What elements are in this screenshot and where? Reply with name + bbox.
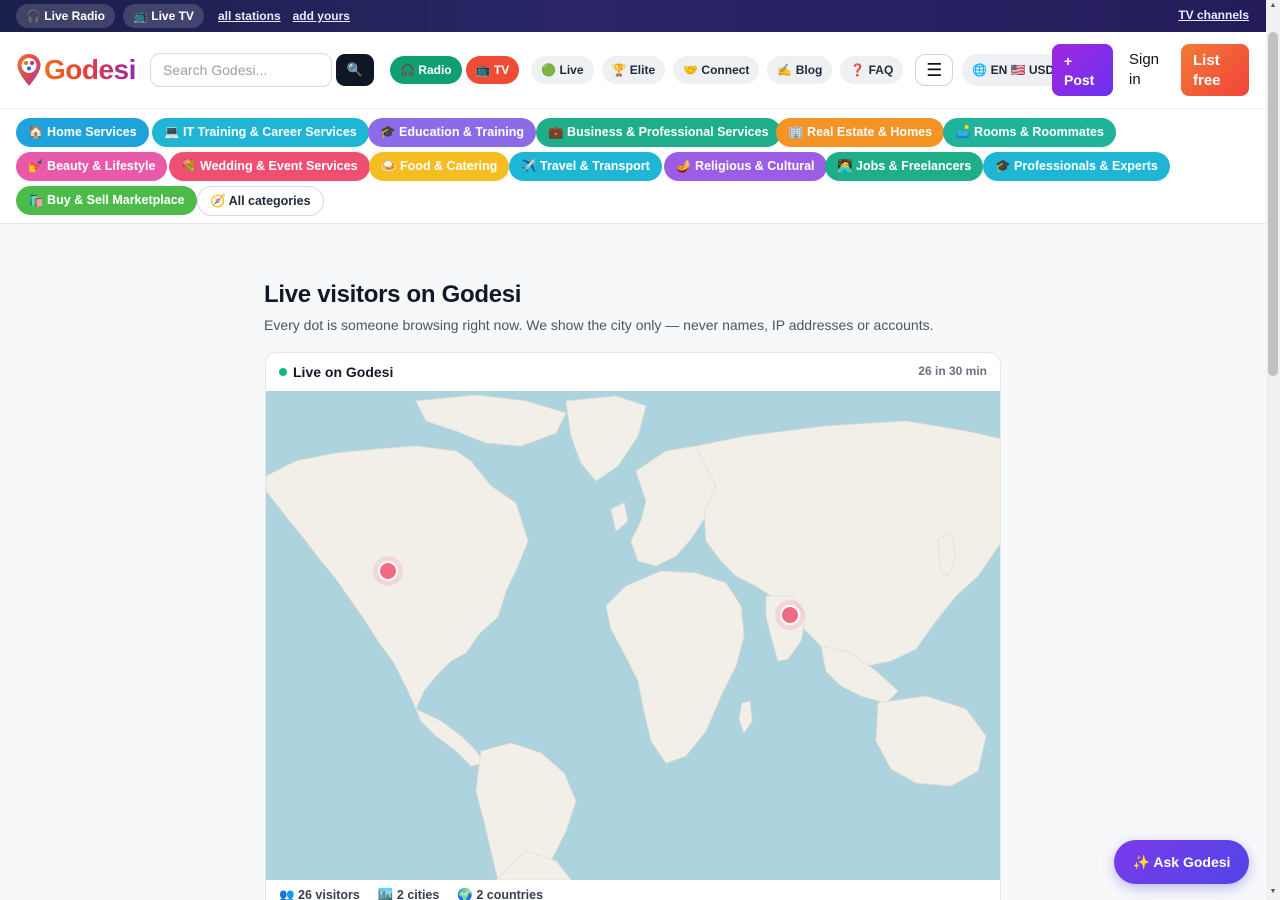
live-indicator-dot xyxy=(279,368,287,376)
category-business[interactable]: 💼 Business & Professional Services xyxy=(536,118,781,147)
countries-stat: 🌍 2 countries xyxy=(457,888,544,900)
category-rooms[interactable]: 🛋️ Rooms & Roommates xyxy=(943,118,1116,147)
logo[interactable]: Godesi xyxy=(16,53,140,87)
us-west-marker xyxy=(378,561,398,581)
tv-channels-link[interactable]: TV channels xyxy=(1178,8,1249,22)
category-buy-sell[interactable]: 🛍️ Buy & Sell Marketplace xyxy=(16,186,197,215)
cities-stat: 🏙️ 2 cities xyxy=(377,888,440,900)
page-subtitle: Every dot is someone browsing right now.… xyxy=(264,317,934,333)
card-title: Live on Godesi xyxy=(293,364,394,380)
nav-connect[interactable]: 🤝 Connect xyxy=(673,56,760,84)
world-map[interactable] xyxy=(266,391,1000,880)
menu-button[interactable]: ☰ xyxy=(915,54,954,86)
all-categories-button[interactable]: 🧭 All categories xyxy=(197,186,324,216)
category-wedding[interactable]: 💐 Wedding & Event Services xyxy=(169,152,370,181)
logo-pin-icon xyxy=(17,54,41,86)
scroll-down-arrow-icon[interactable]: ▼ xyxy=(1269,888,1277,895)
category-travel[interactable]: ✈️ Travel & Transport xyxy=(509,152,662,181)
nav-elite[interactable]: 🏆 Elite xyxy=(601,56,666,84)
add-yours-link[interactable]: add yours xyxy=(293,9,350,23)
india-marker xyxy=(780,605,800,625)
sign-in-link[interactable]: Sign in xyxy=(1129,50,1169,90)
search-input[interactable]: Search Godesi... xyxy=(150,53,332,87)
nav-blog[interactable]: ✍️ Blog xyxy=(767,56,833,84)
post-button[interactable]: + Post xyxy=(1052,44,1113,96)
list-free-button[interactable]: List free xyxy=(1181,44,1249,96)
category-real-estate[interactable]: 🏢 Real Estate & Homes xyxy=(776,118,945,147)
radio-button[interactable]: 🎧 Radio xyxy=(390,56,462,84)
category-bar: 🏠 Home Services 💻 IT Training & Career S… xyxy=(0,108,1266,224)
category-food[interactable]: 🍛 Food & Catering xyxy=(369,152,510,181)
tv-button[interactable]: 📺 TV xyxy=(465,56,520,84)
arctic-islands xyxy=(415,394,567,447)
category-religious[interactable]: 🪔 Religious & Cultural xyxy=(664,152,827,181)
main-header: Godesi Search Godesi... 🔍 🎧 Radio 📺 TV 🟢… xyxy=(0,32,1266,108)
top-bar: 🎧 Live Radio 📺 Live TV all stations add … xyxy=(0,0,1266,32)
central-america xyxy=(415,708,485,767)
scrollbar-thumb[interactable] xyxy=(1268,32,1278,376)
search-button[interactable]: 🔍 xyxy=(336,54,374,86)
live-map-card: Live on Godesi 26 in 30 min 👥 26 visitor… xyxy=(265,352,1001,900)
language-currency-selector[interactable]: 🌐 EN 🇺🇸 USD xyxy=(962,54,1065,86)
category-professionals[interactable]: 🎓 Professionals & Experts xyxy=(983,152,1170,181)
world-map-svg xyxy=(266,394,1000,880)
nav-live[interactable]: 🟢 Live xyxy=(531,56,594,84)
visitor-count-badge: 26 in 30 min xyxy=(918,364,987,378)
africa xyxy=(605,570,745,764)
australia xyxy=(875,695,987,787)
live-tv-button[interactable]: 📺 Live TV xyxy=(122,4,204,28)
live-radio-button[interactable]: 🎧 Live Radio xyxy=(16,4,115,28)
category-it-training[interactable]: 💻 IT Training & Career Services xyxy=(152,118,369,147)
visitors-stat: 👥 26 visitors xyxy=(279,888,360,900)
category-education[interactable]: 🎓 Education & Training xyxy=(368,118,537,147)
card-header: Live on Godesi 26 in 30 min xyxy=(266,353,1000,391)
united-kingdom xyxy=(610,502,629,532)
hamburger-icon: ☰ xyxy=(926,59,943,80)
greenland xyxy=(565,395,647,482)
category-beauty[interactable]: 💅 Beauty & Lifestyle xyxy=(16,152,168,181)
nav-faq[interactable]: ❓ FAQ xyxy=(840,56,904,84)
category-jobs[interactable]: 🧑‍💻 Jobs & Freelancers xyxy=(825,152,984,181)
all-stations-link[interactable]: all stations xyxy=(218,9,281,23)
madagascar xyxy=(738,700,753,734)
scroll-up-arrow-icon[interactable]: ▲ xyxy=(1269,2,1277,9)
category-home-services[interactable]: 🏠 Home Services xyxy=(16,118,149,147)
ask-godesi-button[interactable]: ✨ Ask Godesi xyxy=(1114,840,1249,884)
stats-row: 👥 26 visitors 🏙️ 2 cities 🌍 2 countries xyxy=(279,888,543,900)
search-icon: 🔍 xyxy=(346,62,364,77)
logo-text: Godesi xyxy=(44,54,136,85)
page-title: Live visitors on Godesi xyxy=(264,281,522,308)
